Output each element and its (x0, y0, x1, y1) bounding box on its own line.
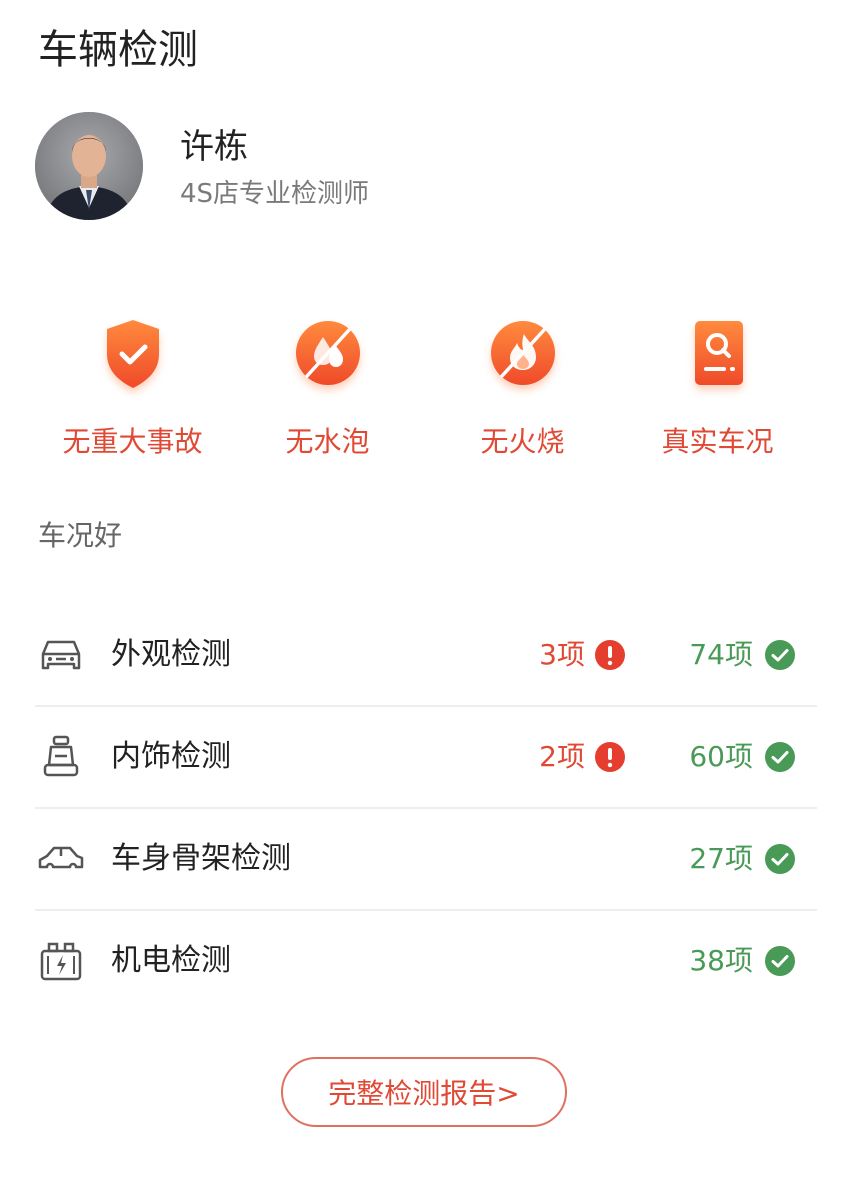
inspection-row-exterior[interactable]: 外观检测 3项 74项 (35, 605, 817, 707)
item-label: 外观检测 (111, 637, 231, 672)
inspector-title: 4S店专业检测师 (180, 179, 370, 209)
pass-count-text: 60项 (689, 740, 753, 773)
warning-count-text: 3项 (539, 638, 585, 671)
condition-status: 车况好 (38, 519, 123, 552)
inspection-row-interior[interactable]: 内饰检测 2项 60项 (35, 707, 817, 809)
avatar (35, 112, 143, 220)
pass-count: 60项 (655, 735, 795, 779)
page-title: 车辆检测 (38, 27, 198, 73)
warning-count-text: 2项 (539, 740, 585, 773)
item-label: 机电检测 (111, 943, 231, 978)
inspection-row-electromechanical[interactable]: 机电检测 38项 (35, 911, 817, 1011)
guarantee-badges: 无重大事故 无水泡 无火烧 真实车况 (35, 310, 815, 470)
pass-count-text: 27项 (689, 842, 753, 875)
battery-icon (40, 942, 82, 981)
pass-count: 27项 (655, 837, 795, 881)
warning-count: 2项 (515, 735, 625, 779)
pass-count-text: 38项 (689, 944, 753, 977)
item-label: 车身骨架检测 (111, 841, 291, 876)
badge-label: 无水泡 (285, 425, 370, 458)
exclamation-icon (595, 640, 625, 670)
inspector-name: 许栋 (180, 127, 248, 167)
check-circle-icon (765, 946, 795, 976)
car-front-icon (41, 640, 81, 670)
pass-count: 38项 (655, 939, 795, 983)
inspection-list: 外观检测 3项 74项 内饰检测 2项 60项 车身骨架检测 27项 机电检测 … (35, 605, 817, 1011)
exclamation-icon (595, 742, 625, 772)
badge-label: 真实车况 (661, 425, 774, 458)
check-circle-icon (765, 844, 795, 874)
pass-count: 74项 (655, 633, 795, 677)
check-circle-icon (765, 640, 795, 670)
badge-no-major-accident: 无重大事故 (35, 310, 230, 470)
pass-count-text: 74项 (689, 638, 753, 671)
warning-count: 3项 (515, 633, 625, 677)
item-label: 内饰检测 (111, 739, 231, 774)
no-water-icon (295, 321, 360, 385)
check-circle-icon (765, 742, 795, 772)
shield-check-icon (106, 320, 159, 388)
badge-label: 无重大事故 (62, 425, 203, 458)
inspector-card[interactable]: 许栋 4S店专业检测师 (35, 112, 815, 224)
full-report-button[interactable]: 完整检测报告> (281, 1057, 567, 1127)
inspection-row-frame[interactable]: 车身骨架检测 27项 (35, 809, 817, 911)
car-body-icon (38, 846, 84, 869)
badge-label: 无火烧 (480, 425, 565, 458)
badge-true-condition: 真实车况 (620, 310, 815, 470)
no-fire-icon (490, 321, 555, 385)
car-seat-icon (43, 735, 79, 777)
badge-no-fire: 无火烧 (425, 310, 620, 470)
report-search-icon (694, 321, 743, 385)
badge-no-flood: 无水泡 (230, 310, 425, 470)
